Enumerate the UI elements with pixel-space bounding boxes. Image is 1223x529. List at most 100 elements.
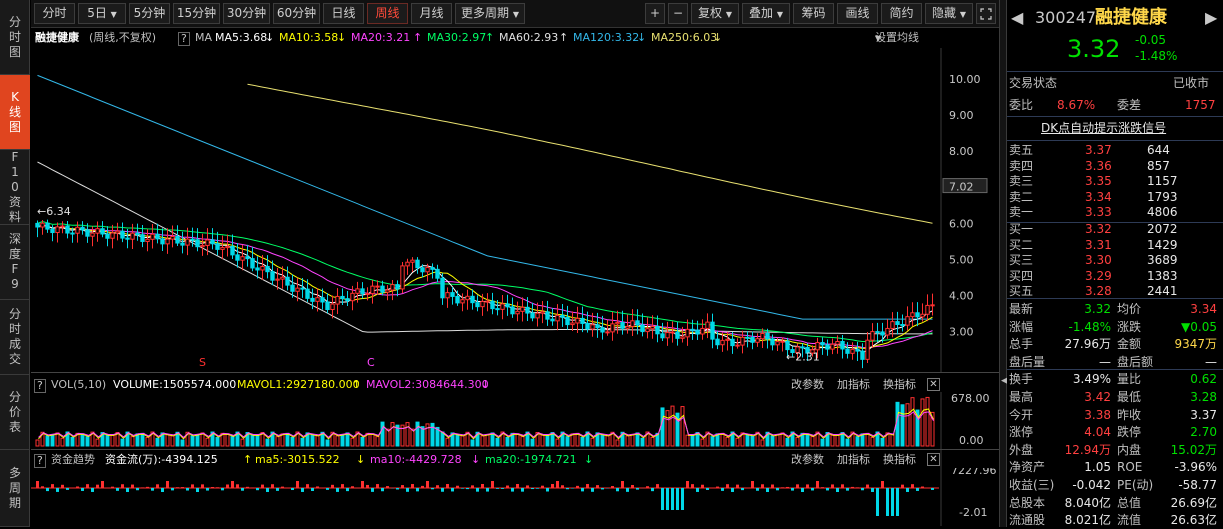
ask-level-row[interactable]: 卖二3.341793 [1007, 189, 1223, 206]
nav-label: K线图 [8, 90, 22, 135]
dk-signal-link[interactable]: DK点自动提示涨跌信号 [1041, 120, 1166, 137]
stat-row: 外盘12.94万内盘15.02万 [1007, 442, 1223, 459]
dk-signal-banner[interactable]: DK点自动提示涨跌信号 [1007, 120, 1223, 137]
prev-stock-icon[interactable]: ◀ [1011, 4, 1023, 32]
fund-flow-bar [466, 488, 469, 489]
period-monthly-button[interactable]: 月线 [411, 3, 452, 24]
collapse-arrow-icon[interactable]: ◀ [1001, 372, 1005, 390]
fund-flow-bar [156, 484, 159, 488]
stat-label: 净资产 [1009, 459, 1045, 476]
candle-body [826, 345, 829, 349]
period-15min-button[interactable]: 15分钟 [173, 3, 220, 24]
stat-row: 总手27.96万金额9347万 [1007, 336, 1223, 353]
nav-f10[interactable]: F10资料 [0, 150, 30, 225]
fund-flow-bar [376, 484, 379, 488]
period-5day-button[interactable]: 5日 ▼ [78, 3, 126, 24]
edit-params-button[interactable]: 改参数 [791, 451, 824, 469]
fund-flow-bar [441, 488, 444, 492]
stat-value: ▼0.05 [1181, 319, 1217, 336]
volume-bar [216, 437, 219, 446]
bid-level-row[interactable]: 买三3.303689 [1007, 252, 1223, 269]
ma-settings-button[interactable]: 设置均线 ▼ [875, 28, 881, 49]
nav-kline[interactable]: K线图 [0, 75, 30, 150]
volume-bar [166, 435, 169, 446]
zoom-out-button[interactable]: − [668, 3, 688, 24]
add-indicator-button[interactable]: 加指标 [837, 451, 870, 469]
level-volume: 1429 [1147, 237, 1178, 254]
fund-flow-chart[interactable]: 7227.96 -2.01 [31, 468, 999, 526]
fund-flow-bar [646, 486, 649, 488]
period-30min-button[interactable]: 30分钟 [223, 3, 270, 24]
nav-tick-trades[interactable]: 分时成交 [0, 300, 30, 375]
ask-level-row[interactable]: 卖四3.36857 [1007, 158, 1223, 175]
panel-resize-handle[interactable]: ◀ [999, 0, 1007, 527]
help-icon[interactable]: ? [34, 379, 46, 393]
period-60min-button[interactable]: 60分钟 [273, 3, 320, 24]
ma60-arrow-icon: ↑ [559, 28, 568, 48]
overlay-button[interactable]: 叠加 ▼ [742, 3, 790, 24]
candle-body [786, 341, 789, 349]
candle-body [706, 322, 709, 328]
candle-body [296, 288, 299, 291]
candle-body [221, 248, 224, 250]
candle-body [606, 332, 609, 333]
fund-ma20-value: ma20:-1974.721 [485, 451, 577, 469]
fund-flow-bar [91, 488, 94, 492]
period-weekly-button[interactable]: 周线 [367, 3, 408, 24]
price-ytick: 3.00 [949, 326, 974, 339]
period-timeshare-button[interactable]: 分时 [34, 3, 75, 24]
ma60-line [38, 162, 933, 334]
fund-flow-bar [101, 481, 104, 488]
fund-flow-bar [651, 488, 654, 491]
simple-button[interactable]: 简约 [881, 3, 922, 24]
fund-flow-bar [686, 481, 689, 488]
bid-level-row[interactable]: 买一3.322072 [1007, 221, 1223, 238]
period-daily-button[interactable]: 日线 [323, 3, 364, 24]
fund-flow-bar [201, 484, 204, 488]
bid-level-row[interactable]: 买四3.291383 [1007, 268, 1223, 285]
help-icon[interactable]: ? [178, 32, 190, 46]
nav-depth[interactable]: 深度F9 [0, 225, 30, 300]
kline-chart[interactable]: ←6.34←2.31SC 10.009.008.007.026.005.004.… [31, 48, 999, 372]
ask-level-row[interactable]: 卖三3.351157 [1007, 173, 1223, 190]
volume-bar [391, 423, 394, 446]
ask-level-row[interactable]: 卖一3.334806 [1007, 204, 1223, 221]
candle-body [341, 296, 344, 298]
stat-label: 金额 [1117, 336, 1141, 353]
fullscreen-button[interactable] [976, 3, 996, 24]
more-periods-button[interactable]: 更多周期 ▼ [455, 3, 525, 24]
candle-body [536, 313, 539, 318]
chips-button[interactable]: 筹码 [793, 3, 834, 24]
fund-flow-bar [426, 481, 429, 488]
zoom-in-button[interactable]: + [645, 3, 665, 24]
volume-bar [686, 435, 689, 446]
candle-body [586, 323, 589, 329]
draw-line-button[interactable]: 画线 [837, 3, 878, 24]
nav-price-table[interactable]: 分价表 [0, 375, 30, 450]
nav-multi-period[interactable]: 多周期 [0, 450, 30, 527]
period-5min-button[interactable]: 5分钟 [129, 3, 170, 24]
fullscreen-icon [980, 8, 992, 20]
volume-bar [446, 438, 449, 446]
next-stock-icon[interactable]: ▶ [1205, 4, 1217, 32]
candle-body [66, 226, 69, 233]
candle-body [161, 239, 164, 244]
fund-flow-bar [51, 484, 54, 488]
close-icon[interactable]: ✕ [927, 378, 940, 391]
help-icon[interactable]: ? [34, 454, 46, 468]
fund-flow-bar [911, 484, 914, 488]
candle-body [86, 230, 89, 236]
hide-button[interactable]: 隐藏 ▼ [925, 3, 973, 24]
fund-flow-bar [146, 487, 149, 488]
fund-flow-bar [491, 481, 494, 488]
candle-body [746, 337, 749, 338]
ask-level-row[interactable]: 卖五3.37644 [1007, 142, 1223, 159]
adjust-button[interactable]: 复权 ▼ [691, 3, 739, 24]
fund-flow-bar [931, 488, 934, 490]
close-icon[interactable]: ✕ [927, 453, 940, 466]
switch-indicator-button[interactable]: 换指标 [883, 451, 916, 469]
fund-flow-bar [506, 486, 509, 488]
bid-level-row[interactable]: 买二3.311429 [1007, 237, 1223, 254]
nav-timeshare[interactable]: 分时图 [0, 0, 30, 75]
candle-body [621, 323, 624, 329]
